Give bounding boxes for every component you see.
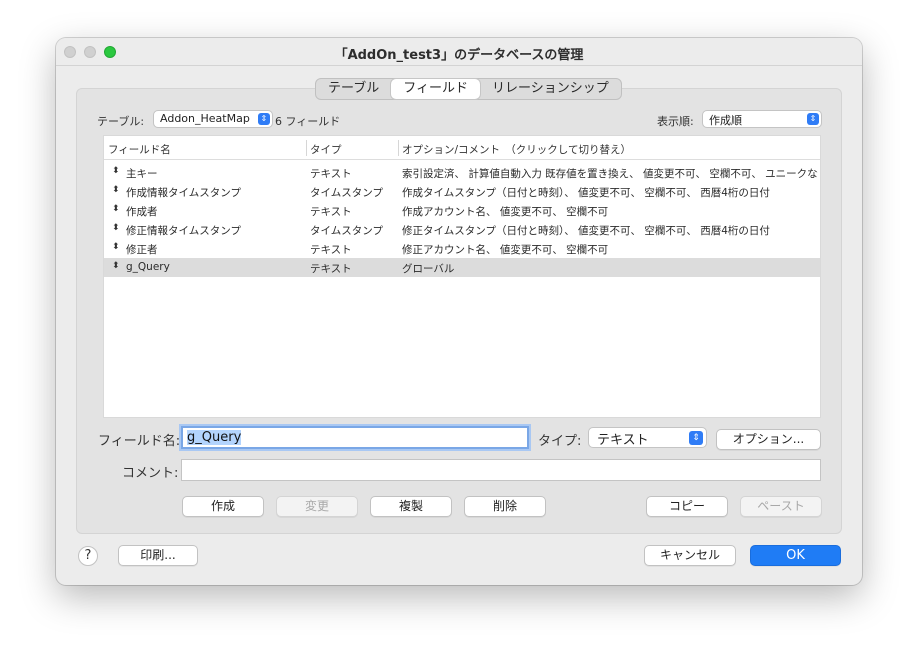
title-bar: 「AddOn_test3」のデータベースの管理 xyxy=(56,38,862,66)
field-type-cell: タイムスタンプ xyxy=(310,187,383,199)
comment-label: コメント: xyxy=(122,466,179,481)
table-row-selected[interactable]: ⬍ g_Query テキスト グローバル xyxy=(104,258,820,277)
table-select-label: テーブル: xyxy=(97,115,145,128)
field-count: 6 フィールド xyxy=(275,115,341,128)
field-options-cell[interactable]: グローバル xyxy=(402,261,818,276)
field-type-cell: テキスト xyxy=(310,168,352,180)
table-header: フィールド名 タイプ オプション/コメント （クリックして切り替え） xyxy=(104,136,820,160)
table-row[interactable]: ⬍ 修正情報タイムスタンプ タイムスタンプ 修正タイムスタンプ（日付と時刻）、 … xyxy=(104,220,820,239)
field-name-value: g_Query xyxy=(187,430,242,445)
table-select-value: Addon_HeatMap xyxy=(160,112,250,125)
chevron-updown-icon: ⇕ xyxy=(689,431,703,445)
field-options-cell[interactable]: 索引設定済、 計算値自動入力 既存値を置き換え、 値変更不可、 空欄不可、 ユニ… xyxy=(402,166,818,181)
field-options-cell[interactable]: 作成アカウント名、 値変更不可、 空欄不可 xyxy=(402,204,818,219)
type-label: タイプ: xyxy=(538,434,582,449)
tab-tables[interactable]: テーブル xyxy=(316,79,391,99)
sort-order-value: 作成順 xyxy=(709,114,742,127)
delete-button[interactable]: 削除 xyxy=(464,496,546,517)
chevron-updown-icon: ⇕ xyxy=(257,113,270,125)
field-name-cell: 作成者 xyxy=(126,206,158,218)
column-header-name[interactable]: フィールド名 xyxy=(108,142,171,157)
field-name-cell: 作成情報タイムスタンプ xyxy=(126,187,241,199)
sort-order-label: 表示順: xyxy=(657,115,694,128)
table-row[interactable]: ⬍ 修正者 テキスト 修正アカウント名、 値変更不可、 空欄不可 xyxy=(104,239,820,258)
field-name-cell: 修正情報タイムスタンプ xyxy=(126,225,241,237)
table-row[interactable]: ⬍ 作成情報タイムスタンプ タイムスタンプ 作成タイムスタンプ（日付と時刻）、 … xyxy=(104,182,820,201)
drag-handle-icon[interactable]: ⬍ xyxy=(112,242,120,252)
table-row[interactable]: ⬍ 作成者 テキスト 作成アカウント名、 値変更不可、 空欄不可 xyxy=(104,201,820,220)
tab-fields[interactable]: フィールド xyxy=(391,79,480,99)
drag-handle-icon[interactable]: ⬍ xyxy=(112,261,120,271)
print-button[interactable]: 印刷... xyxy=(118,545,198,566)
drag-handle-icon[interactable]: ⬍ xyxy=(112,204,120,214)
table-select[interactable]: Addon_HeatMap ⇕ xyxy=(153,110,273,128)
type-select[interactable]: テキスト ⇕ xyxy=(588,427,707,448)
field-type-cell: テキスト xyxy=(310,206,352,218)
copy-button[interactable]: コピー xyxy=(646,496,728,517)
field-options-cell[interactable]: 作成タイムスタンプ（日付と時刻）、 値変更不可、 空欄不可、 西暦4桁の日付 xyxy=(402,185,818,200)
database-management-dialog: 「AddOn_test3」のデータベースの管理 テーブル フィールド リレーショ… xyxy=(56,38,862,585)
field-options-cell[interactable]: 修正アカウント名、 値変更不可、 空欄不可 xyxy=(402,242,818,257)
drag-handle-icon[interactable]: ⬍ xyxy=(112,185,120,195)
drag-handle-icon[interactable]: ⬍ xyxy=(112,166,120,176)
field-name-input[interactable]: g_Query xyxy=(181,426,529,449)
ok-button[interactable]: OK xyxy=(750,545,841,566)
table-row[interactable]: ⬍ 主キー テキスト 索引設定済、 計算値自動入力 既存値を置き換え、 値変更不… xyxy=(104,163,820,182)
paste-button[interactable]: ペースト xyxy=(740,496,822,517)
tab-bar: テーブル フィールド リレーションシップ xyxy=(315,78,622,100)
comment-input[interactable] xyxy=(181,459,821,481)
field-name-cell: g_Query xyxy=(126,261,170,273)
column-header-options[interactable]: オプション/コメント （クリックして切り替え） xyxy=(402,142,631,157)
field-type-cell: テキスト xyxy=(310,263,352,275)
tab-relationships[interactable]: リレーションシップ xyxy=(480,79,621,99)
field-type-cell: タイムスタンプ xyxy=(310,225,383,237)
cancel-button[interactable]: キャンセル xyxy=(644,545,736,566)
sort-order-select[interactable]: 作成順 ⇕ xyxy=(702,110,822,128)
field-name-cell: 主キー xyxy=(126,168,158,180)
type-select-value: テキスト xyxy=(597,433,649,448)
duplicate-button[interactable]: 複製 xyxy=(370,496,452,517)
field-type-cell: テキスト xyxy=(310,244,352,256)
fields-table[interactable]: フィールド名 タイプ オプション/コメント （クリックして切り替え） ⬍ 主キー… xyxy=(103,135,821,418)
drag-handle-icon[interactable]: ⬍ xyxy=(112,223,120,233)
window-title: 「AddOn_test3」のデータベースの管理 xyxy=(334,48,584,63)
create-button[interactable]: 作成 xyxy=(182,496,264,517)
help-button[interactable]: ? xyxy=(78,546,98,566)
column-header-type[interactable]: タイプ xyxy=(310,142,342,157)
field-name-label: フィールド名: xyxy=(98,434,181,449)
change-button[interactable]: 変更 xyxy=(276,496,358,517)
field-name-cell: 修正者 xyxy=(126,244,158,256)
field-options-cell[interactable]: 修正タイムスタンプ（日付と時刻）、 値変更不可、 空欄不可、 西暦4桁の日付 xyxy=(402,223,818,238)
options-button[interactable]: オプション... xyxy=(716,429,821,450)
chevron-updown-icon: ⇕ xyxy=(807,113,819,125)
